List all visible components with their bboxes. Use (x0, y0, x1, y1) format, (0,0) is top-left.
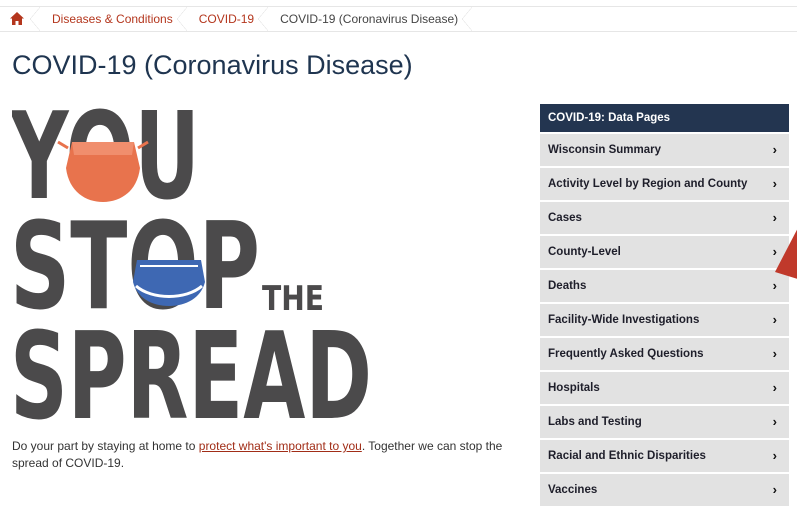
chevron-right-icon: › (772, 176, 777, 191)
chevron-right-icon: › (772, 346, 777, 361)
sidebar-item-county-level[interactable]: County-Level › (540, 236, 789, 268)
sidebar-item-activity-level[interactable]: Activity Level by Region and County › (540, 168, 789, 200)
home-icon[interactable] (10, 12, 24, 25)
intro-text-before: Do your part by staying at home to (12, 439, 199, 453)
breadcrumb-item-diseases[interactable]: Diseases & Conditions (40, 7, 187, 31)
sidebar-item-deaths[interactable]: Deaths › (540, 270, 789, 302)
red-pointer-triangle (775, 229, 797, 279)
intro-paragraph: Do your part by staying at home to prote… (12, 438, 527, 472)
sidebar-item-label: Wisconsin Summary (548, 144, 662, 156)
breadcrumb-current: COVID-19 (Coronavirus Disease) (268, 7, 473, 31)
sidebar-item-wisconsin-summary[interactable]: Wisconsin Summary › (540, 134, 789, 166)
sidebar-item-label: County-Level (548, 246, 621, 258)
chevron-right-icon: › (772, 380, 777, 395)
sidebar-item-hospitals[interactable]: Hospitals › (540, 372, 789, 404)
sidebar-item-label: Deaths (548, 280, 587, 292)
home-crumb[interactable] (0, 7, 40, 31)
chevron-right-icon: › (772, 312, 777, 327)
sidebar-item-disparities[interactable]: Racial and Ethnic Disparities › (540, 440, 789, 472)
sidebar-item-labs-testing[interactable]: Labs and Testing › (540, 406, 789, 438)
sidebar-item-label: Hospitals (548, 382, 600, 394)
sidebar-title: COVID-19: Data Pages (540, 104, 789, 132)
sidebar-item-vaccines[interactable]: Vaccines › (540, 474, 789, 506)
sidebar-item-label: Activity Level by Region and County (548, 178, 748, 190)
breadcrumb-link[interactable]: COVID-19 (199, 12, 254, 26)
chevron-right-icon: › (772, 414, 777, 429)
sidebar-item-label: Cases (548, 212, 582, 224)
sidebar-item-cases[interactable]: Cases › (540, 202, 789, 234)
breadcrumb: Diseases & Conditions COVID-19 COVID-19 … (0, 6, 797, 32)
sidebar-item-faq[interactable]: Frequently Asked Questions › (540, 338, 789, 370)
protect-link[interactable]: protect what's important to you (199, 439, 362, 453)
sidebar-item-label: Labs and Testing (548, 416, 642, 428)
breadcrumb-item-covid[interactable]: COVID-19 (187, 7, 269, 31)
breadcrumb-link[interactable]: Diseases & Conditions (52, 12, 173, 26)
sidebar-item-label: Racial and Ethnic Disparities (548, 450, 706, 462)
sidebar-item-label: Vaccines (548, 484, 598, 496)
chevron-right-icon: › (772, 142, 777, 157)
page-title: COVID-19 (Coronavirus Disease) (12, 50, 413, 80)
sidebar-item-label: Facility-Wide Investigations (548, 314, 700, 326)
you-stop-the-spread-poster: YOU STOP THE SPREAD (12, 100, 372, 420)
data-pages-sidebar: COVID-19: Data Pages Wisconsin Summary › … (540, 104, 789, 506)
sidebar-item-label: Frequently Asked Questions (548, 348, 704, 360)
sidebar-item-facility-wide[interactable]: Facility-Wide Investigations › (540, 304, 789, 336)
chevron-right-icon: › (772, 448, 777, 463)
poster-line-spread: SPREAD (12, 308, 372, 420)
chevron-right-icon: › (772, 482, 777, 497)
